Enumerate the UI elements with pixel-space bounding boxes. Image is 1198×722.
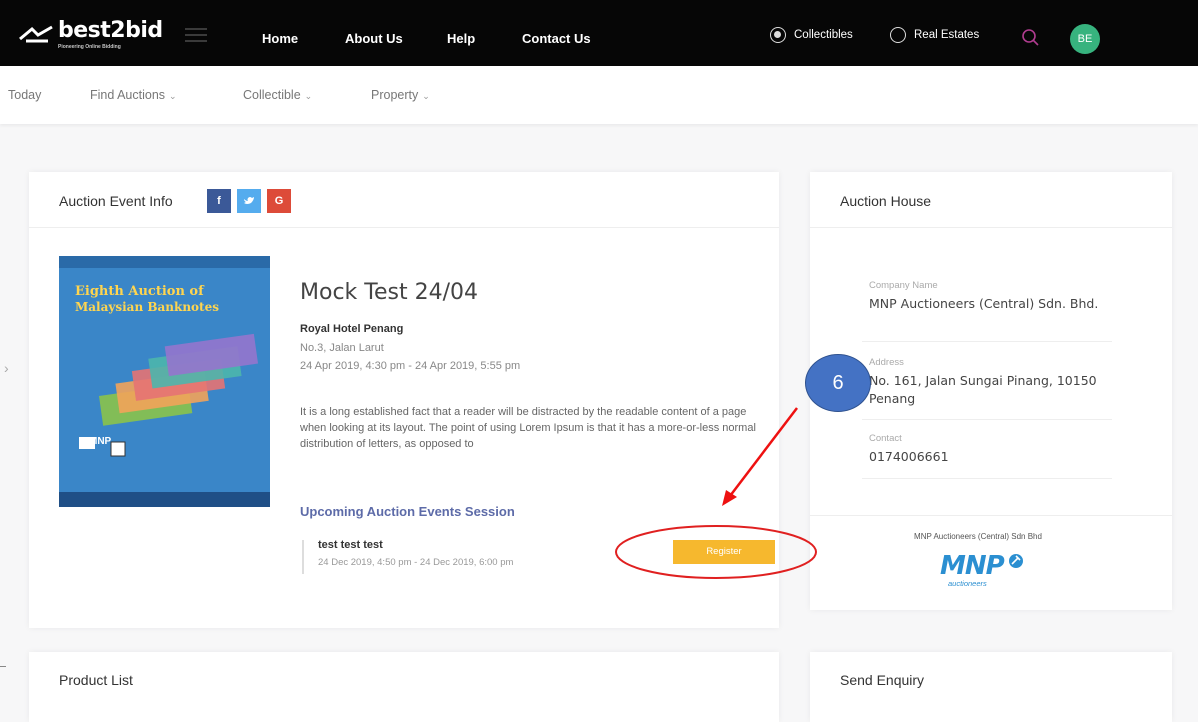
subnav-collectible-label: Collectible (243, 88, 301, 102)
twitter-share-icon[interactable] (237, 189, 261, 213)
menu-toggle-icon[interactable] (185, 28, 207, 42)
brand-logo[interactable]: best2bid Pioneering Online Bidding (18, 18, 178, 56)
event-address: No.3, Jalan Larut (300, 342, 384, 354)
subnav-property[interactable]: Property ⌄ (371, 88, 430, 102)
divider (862, 478, 1112, 479)
top-navbar: best2bid Pioneering Online Bidding Home … (0, 0, 1198, 66)
chevron-down-icon: ⌄ (304, 91, 313, 101)
brand-name: best2bid (58, 18, 163, 43)
left-edge-dash (0, 666, 6, 667)
cover-heading-line1: Eighth Auction of (75, 284, 204, 299)
subnav-find-auctions[interactable]: Find Auctions ⌄ (90, 88, 177, 102)
address-label: Address (869, 357, 904, 368)
facebook-share-icon[interactable]: f (207, 189, 231, 213)
chevron-down-icon: ⌄ (169, 91, 177, 101)
search-icon[interactable] (1020, 27, 1040, 47)
event-venue: Royal Hotel Penang (300, 323, 404, 335)
auction-house-logo: MNP auctioneers (940, 551, 1030, 591)
gavel-logo-icon (19, 25, 53, 43)
send-enquiry-title: Send Enquiry (840, 672, 925, 688)
user-avatar[interactable]: BE (1070, 24, 1100, 54)
company-name-value: MNP Auctioneers (Central) Sdn. Bhd. (869, 296, 1099, 311)
nav-home[interactable]: Home (262, 31, 298, 46)
subnav-collectible[interactable]: Collectible ⌄ (243, 88, 312, 102)
chevron-down-icon: ⌄ (422, 91, 430, 101)
brand-tagline: Pioneering Online Bidding (58, 44, 121, 50)
register-button[interactable]: Register (673, 540, 775, 564)
send-enquiry-card: Send Enquiry (810, 652, 1172, 722)
event-title: Mock Test 24/04 (300, 280, 478, 305)
step-number-badge: 6 (805, 354, 871, 412)
nav-contact-us[interactable]: Contact Us (522, 31, 591, 46)
card-header: Auction Event Info (29, 172, 779, 228)
real-estates-radio-label[interactable]: Real Estates (914, 29, 979, 41)
subnav-find-auctions-label: Find Auctions (90, 88, 166, 102)
session-name: test test test (318, 539, 383, 551)
gavel-icon (1009, 554, 1023, 568)
nav-about-us[interactable]: About Us (345, 31, 403, 46)
subnav-today[interactable]: Today (8, 88, 41, 102)
auction-house-logo-sub: auctioneers (948, 579, 987, 588)
cover-logo: MNP (89, 436, 112, 447)
contact-value: 0174006661 (869, 449, 949, 464)
google-share-icon[interactable]: G (267, 189, 291, 213)
divider (810, 515, 1172, 516)
event-cover-image[interactable]: Eighth Auction of Malaysian Banknotes MN… (59, 256, 270, 507)
auction-event-info-title: Auction Event Info (59, 193, 173, 209)
collectibles-radio[interactable] (770, 27, 786, 43)
nav-help[interactable]: Help (447, 31, 475, 46)
product-list-title: Product List (59, 672, 133, 688)
auction-house-logo-text: MNP (940, 551, 1005, 581)
left-edge-mark: › (4, 360, 9, 376)
collectibles-radio-label[interactable]: Collectibles (794, 29, 853, 41)
sub-navbar: Today Find Auctions ⌄ Collectible ⌄ Proper… (0, 66, 1198, 124)
subnav-property-label: Property (371, 88, 419, 102)
divider (862, 341, 1112, 342)
auction-house-title: Auction House (840, 193, 932, 209)
event-datetime: 24 Apr 2019, 4:30 pm - 24 Apr 2019, 5:55… (300, 360, 521, 372)
auction-house-logo-caption: MNP Auctioneers (Central) Sdn Bhd (914, 532, 1042, 541)
session-timeline-line (302, 540, 304, 574)
product-list-card: Product List (29, 652, 779, 722)
contact-label: Contact (869, 433, 902, 444)
real-estates-radio[interactable] (890, 27, 906, 43)
event-description: It is a long established fact that a rea… (300, 406, 756, 450)
divider (862, 419, 1112, 420)
cover-heading-line2: Malaysian Banknotes (75, 300, 219, 314)
company-name-label: Company Name (869, 280, 938, 291)
card-header: Auction House (810, 172, 1172, 228)
upcoming-sessions-heading: Upcoming Auction Events Session (300, 504, 515, 519)
address-value: No. 161, Jalan Sungai Pinang, 10150 Pena… (869, 373, 1097, 406)
session-datetime: 24 Dec 2019, 4:50 pm - 24 Dec 2019, 6:00… (318, 557, 514, 568)
